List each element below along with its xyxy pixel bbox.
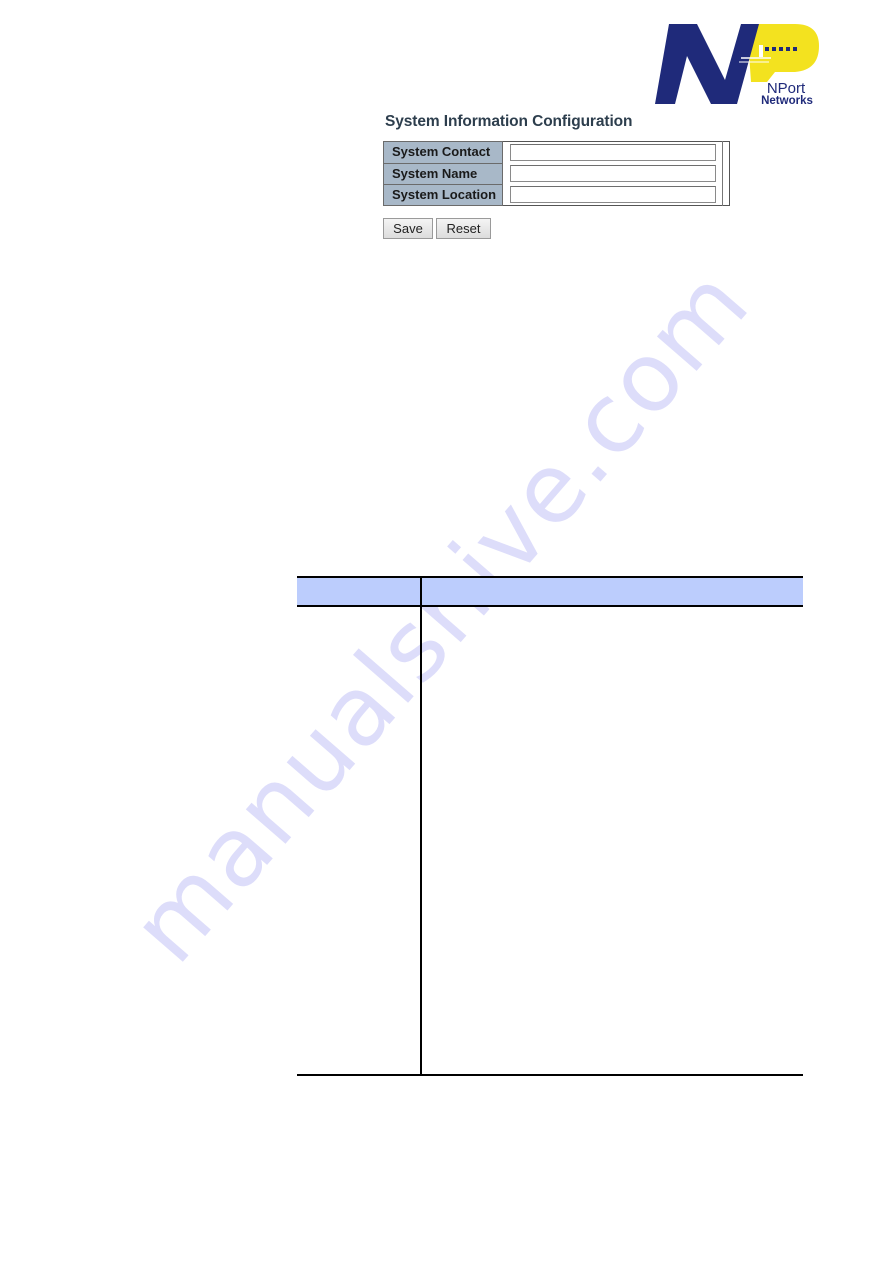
description-table-header [297, 576, 803, 607]
system-location-input[interactable] [510, 186, 717, 203]
header-cell-object [297, 576, 422, 607]
form-row-system-name: System Name [382, 162, 730, 185]
form-row-system-contact: System Contact [382, 141, 730, 206]
logo-n-shape [655, 24, 759, 104]
reset-button[interactable]: Reset [436, 218, 491, 239]
table-row [297, 606, 803, 1076]
nport-networks-logo: NPort Networks [655, 22, 821, 106]
form-row-system-location: System Location [382, 183, 730, 206]
system-contact-input[interactable] [510, 144, 717, 161]
form-buttons: Save Reset [383, 218, 491, 239]
table-cell-object [297, 606, 422, 1076]
section-title: System Information Configuration [385, 113, 633, 130]
header-cell-description [421, 576, 803, 607]
description-table [297, 576, 803, 1076]
save-button[interactable]: Save [383, 218, 433, 239]
system-location-label: System Location [382, 183, 504, 206]
system-name-label: System Name [382, 162, 504, 185]
system-info-form: System Contact System Name System Locati… [382, 141, 731, 206]
table-cell-description [421, 606, 803, 1076]
system-name-input[interactable] [510, 165, 717, 182]
logo-brand-line2: Networks [761, 95, 813, 106]
logo-p-shape [747, 24, 819, 82]
system-contact-label: System Contact [382, 141, 504, 164]
